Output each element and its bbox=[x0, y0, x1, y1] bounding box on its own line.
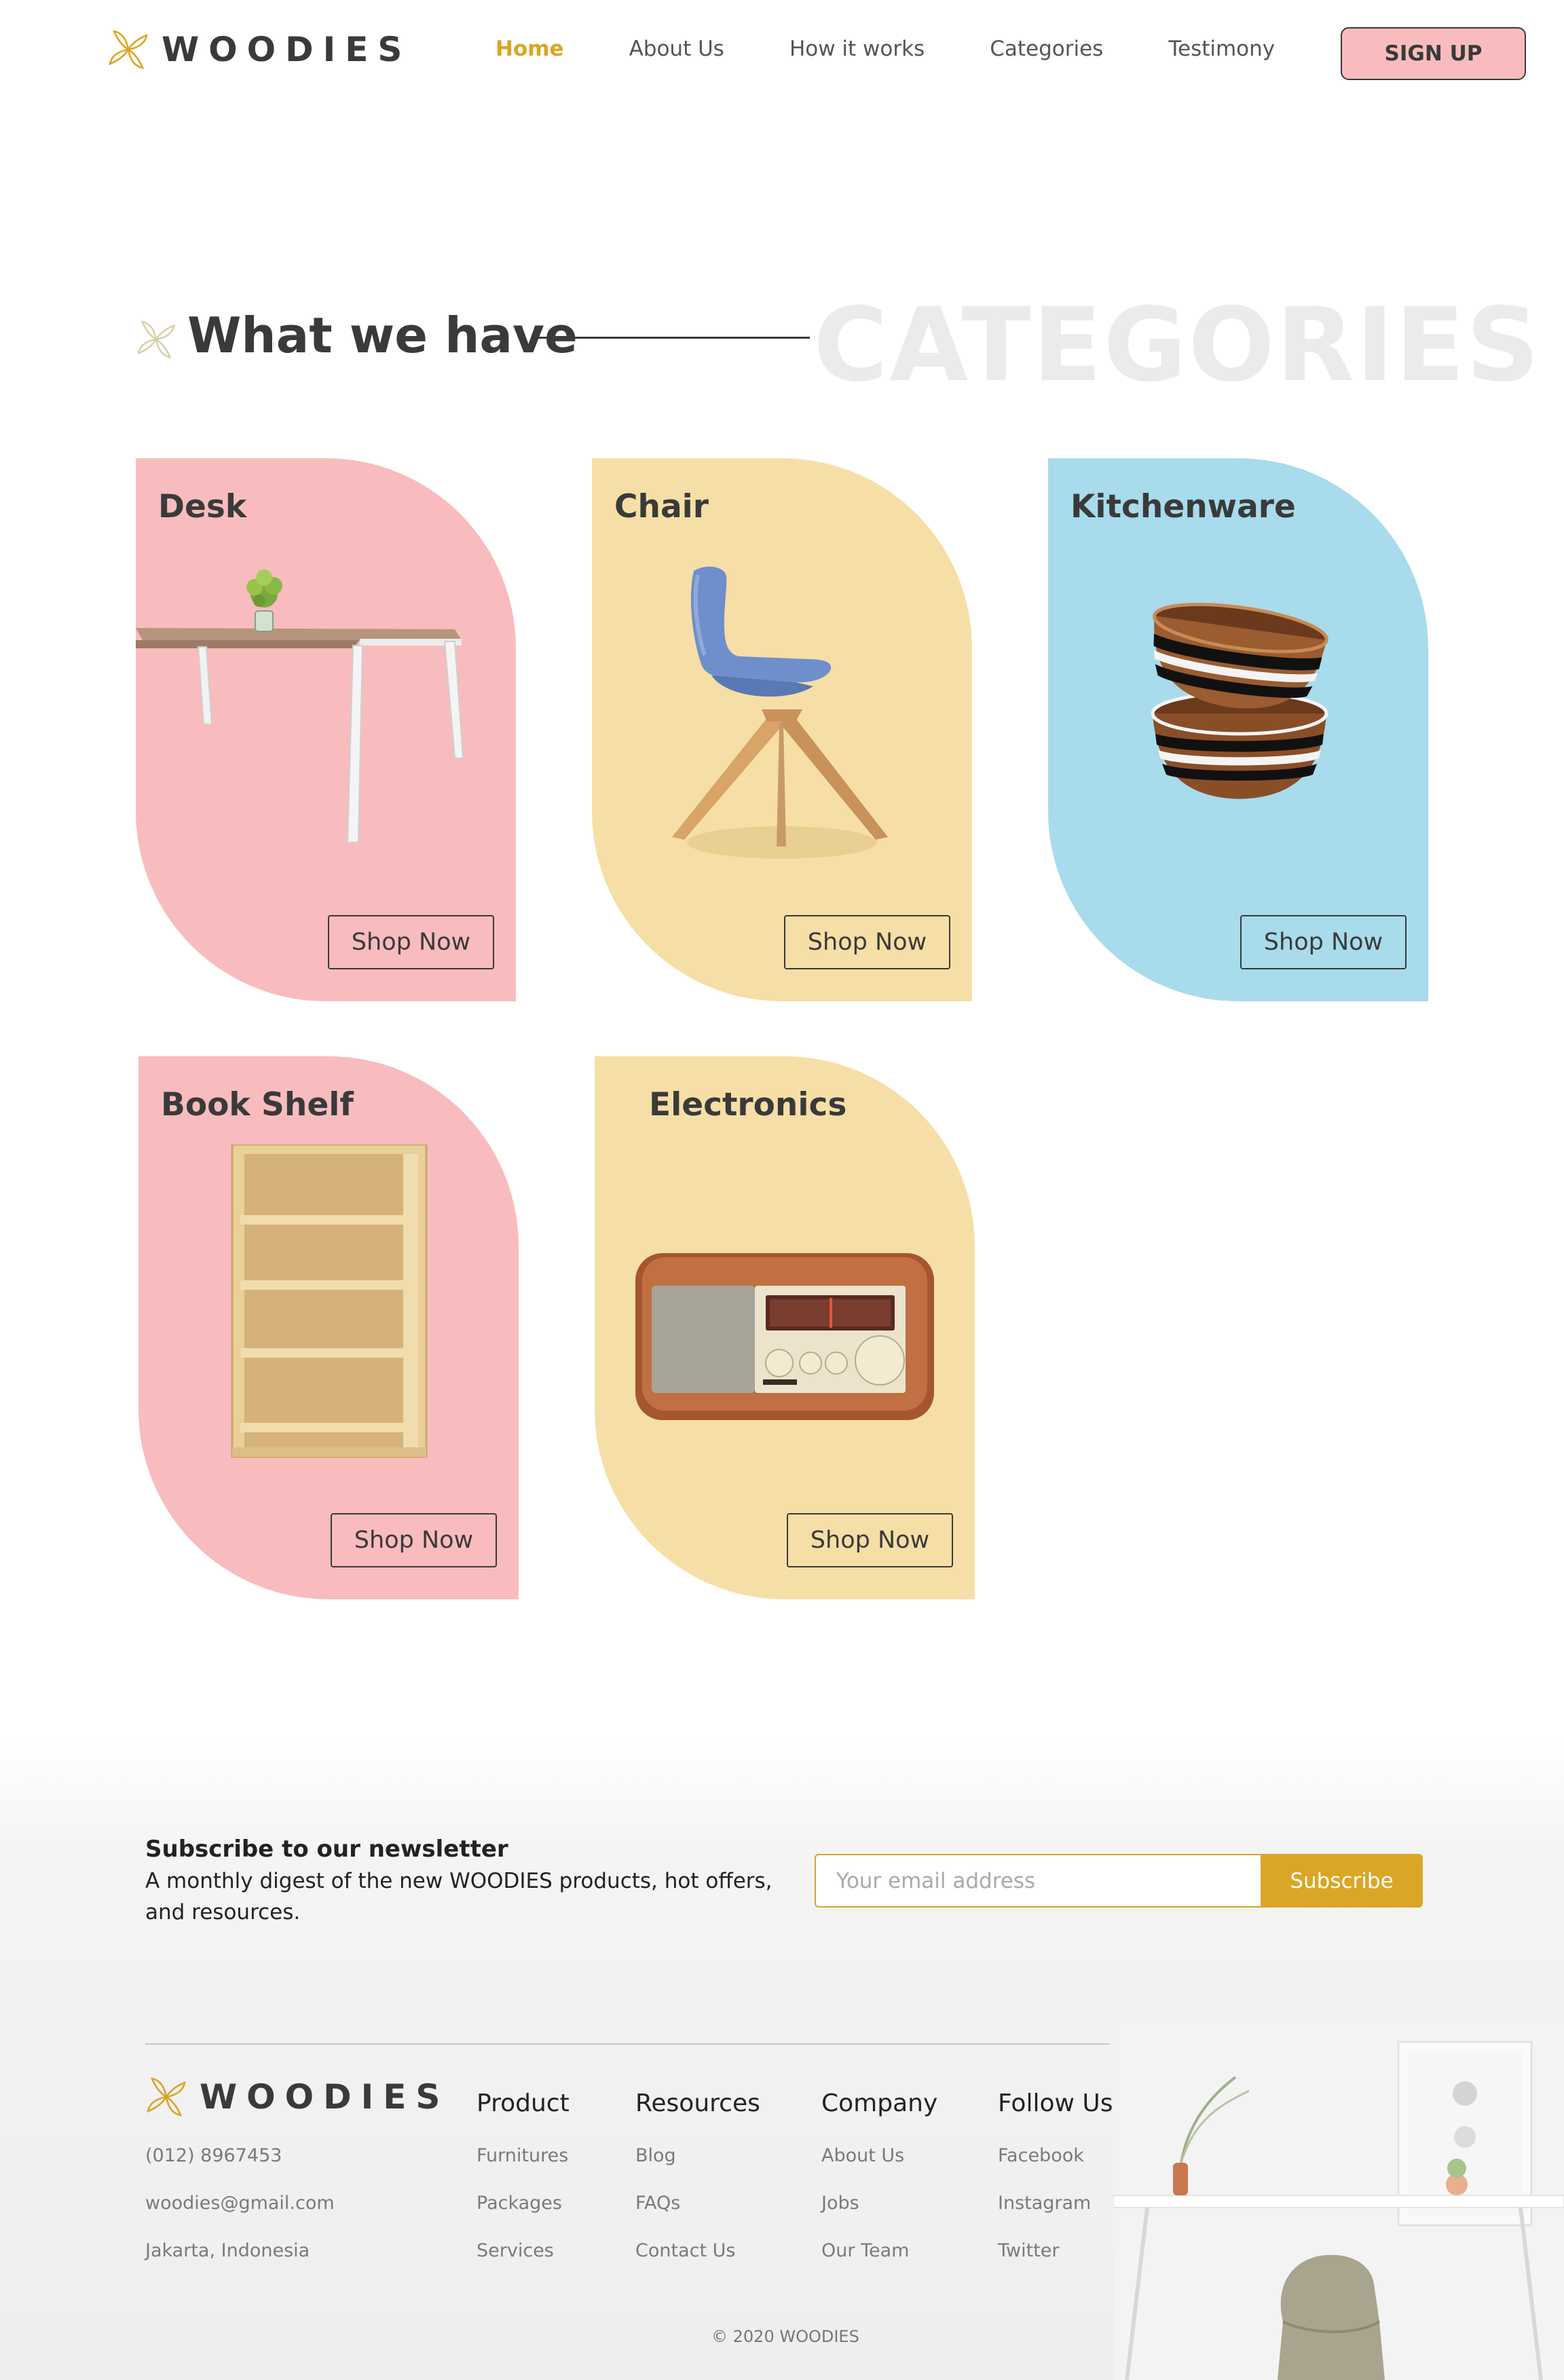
footer-link[interactable]: Our Team bbox=[821, 2240, 909, 2261]
category-title: Book Shelf bbox=[161, 1086, 354, 1123]
category-title: Kitchenware bbox=[1070, 488, 1296, 525]
category-title: Chair bbox=[614, 488, 709, 525]
category-title: Desk bbox=[158, 488, 247, 525]
shop-now-button[interactable]: Shop Now bbox=[784, 915, 950, 969]
footer-link[interactable]: About Us bbox=[821, 2145, 904, 2166]
footer-logo[interactable]: WOODIES bbox=[145, 2076, 449, 2118]
category-card-desk[interactable]: Desk Shop Now bbox=[136, 458, 516, 1001]
shop-now-button[interactable]: Shop Now bbox=[787, 1513, 953, 1567]
footer-link-twitter[interactable]: Twitter bbox=[998, 2240, 1060, 2261]
nav-link-about-us[interactable]: About Us bbox=[629, 37, 724, 61]
contact-address: Jakarta, Indonesia bbox=[145, 2240, 310, 2261]
flower-logo-icon bbox=[147, 2077, 186, 2117]
nav-links: Home About Us How it works Categories Te… bbox=[496, 37, 1340, 61]
decorative-desk-scene bbox=[1113, 2023, 1564, 2380]
shop-now-button[interactable]: Shop Now bbox=[328, 915, 494, 969]
footer-link[interactable]: Jobs bbox=[821, 2193, 859, 2214]
nav-link-home[interactable]: Home bbox=[496, 37, 564, 61]
category-card-electronics[interactable]: Electronics Shop Now bbox=[595, 1056, 975, 1599]
newsletter-title: Subscribe to our newsletter bbox=[145, 1836, 508, 1863]
newsletter-description: A monthly digest of the new WOODIES prod… bbox=[145, 1869, 772, 1925]
footer-col-company: Company bbox=[821, 2089, 938, 2117]
kitchenware-image bbox=[1151, 602, 1328, 799]
chair-image bbox=[672, 566, 888, 859]
brand-name: WOODIES bbox=[200, 2077, 450, 2117]
footer-link[interactable]: Packages bbox=[477, 2193, 562, 2214]
bookshelf-image bbox=[231, 1145, 428, 1458]
heading-divider bbox=[538, 337, 810, 339]
footer-link[interactable]: Furnitures bbox=[477, 2145, 568, 2166]
section-ghost-text: CATEGORIES bbox=[813, 286, 1541, 405]
category-card-chair[interactable]: Chair Shop Now bbox=[592, 458, 972, 1001]
navbar: WOODIES Home About Us How it works Categ… bbox=[0, 0, 1564, 109]
section-heading: What we have CATEGORIES bbox=[136, 286, 1540, 405]
footer-link[interactable]: Contact Us bbox=[635, 2240, 735, 2261]
section-title: What we have bbox=[187, 307, 578, 364]
footer-link[interactable]: Blog bbox=[635, 2145, 676, 2166]
footer-col-resources: Resources bbox=[635, 2089, 760, 2117]
desk-image bbox=[136, 570, 464, 843]
category-card-book-shelf[interactable]: Book Shelf Shop Now bbox=[138, 1056, 519, 1599]
category-title: Electronics bbox=[649, 1086, 847, 1123]
category-card-kitchenware[interactable]: Kitchenware Shop Now bbox=[1048, 458, 1428, 1001]
signup-button[interactable]: SIGN UP bbox=[1341, 27, 1526, 80]
contact-email: woodies@gmail.com bbox=[145, 2193, 335, 2214]
nav-link-testimony[interactable]: Testimony bbox=[1168, 37, 1275, 61]
footer-link-facebook[interactable]: Facebook bbox=[998, 2145, 1084, 2166]
shop-now-button[interactable]: Shop Now bbox=[1240, 915, 1407, 969]
brand-logo[interactable]: WOODIES bbox=[107, 29, 411, 71]
nav-link-categories[interactable]: Categories bbox=[990, 37, 1103, 61]
footer-col-follow-us: Follow Us bbox=[998, 2089, 1113, 2117]
page: WOODIES Home About Us How it works Categ… bbox=[0, 0, 1564, 2380]
footer-link[interactable]: FAQs bbox=[635, 2193, 680, 2214]
email-input[interactable]: Your email address bbox=[815, 1854, 1261, 1908]
brand-name: WOODIES bbox=[162, 30, 412, 69]
copyright: © 2020 WOODIES bbox=[711, 2327, 859, 2346]
contact-phone: (012) 8967453 bbox=[145, 2145, 282, 2166]
footer-col-product: Product bbox=[477, 2089, 570, 2117]
nav-link-how-it-works[interactable]: How it works bbox=[789, 37, 925, 61]
shop-now-button[interactable]: Shop Now bbox=[331, 1513, 497, 1567]
footer-link-instagram[interactable]: Instagram bbox=[998, 2193, 1091, 2214]
footer-divider bbox=[145, 2043, 1109, 2045]
flower-icon bbox=[137, 320, 175, 358]
subscribe-button[interactable]: Subscribe bbox=[1261, 1854, 1423, 1908]
radio-image bbox=[635, 1253, 934, 1420]
footer-link[interactable]: Services bbox=[477, 2240, 554, 2261]
flower-logo-icon bbox=[109, 30, 148, 69]
